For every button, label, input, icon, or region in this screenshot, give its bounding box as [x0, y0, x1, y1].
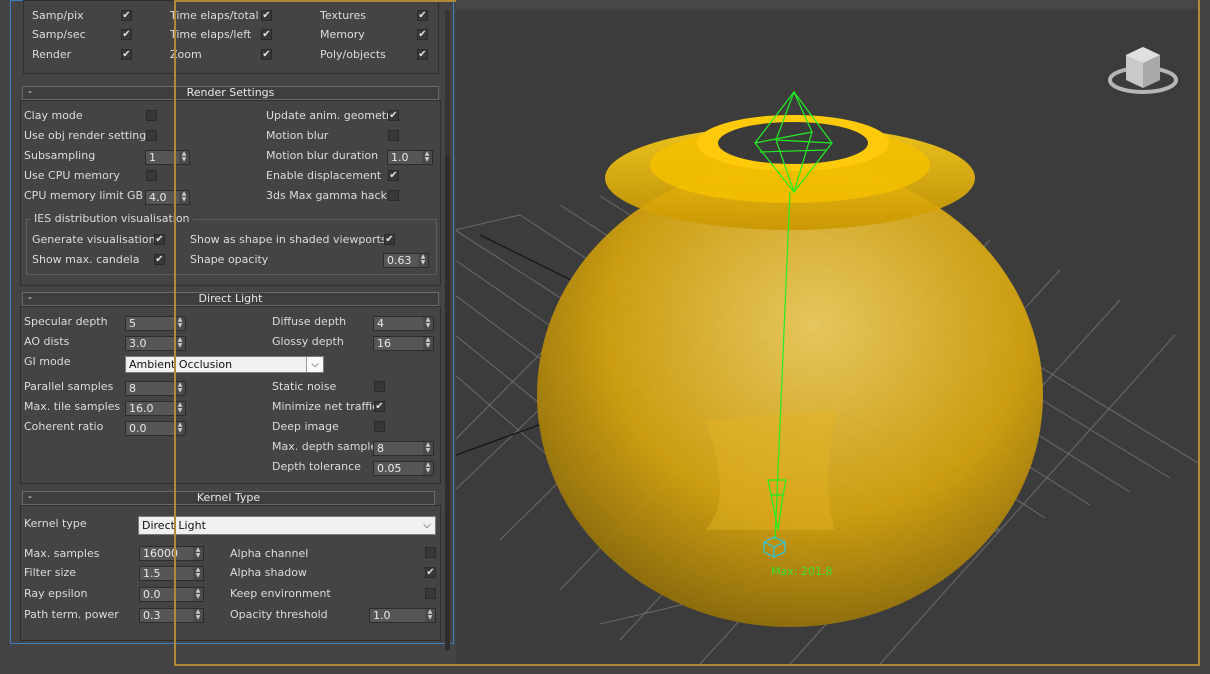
ao-dists-label: AO dists: [24, 335, 70, 348]
specular-depth-label: Specular depth: [24, 315, 108, 328]
ao-dists-value: 3.0: [129, 337, 147, 350]
parallel-samples-label: Parallel samples: [24, 380, 114, 393]
yellow-pot-object[interactable]: [537, 115, 1043, 627]
show-candela-label: Show max. candela: [32, 253, 140, 266]
samp-pix-label: Samp/pix: [32, 9, 84, 22]
subsampling-label: Subsampling: [24, 149, 96, 162]
show-candela-checkbox[interactable]: ✔: [154, 254, 165, 265]
generate-visualisation-checkbox[interactable]: ✔: [154, 234, 165, 245]
parallel-samples-value: 8: [129, 382, 136, 395]
ies-group-title: IES distribution visualisation: [31, 213, 193, 225]
clay-mode-checkbox[interactable]: [146, 110, 157, 121]
gi-mode-label: GI mode: [24, 355, 71, 368]
viewcube-icon[interactable]: [1108, 47, 1178, 94]
collapse-icon[interactable]: -: [28, 292, 32, 304]
check-icon: ✔: [122, 49, 131, 60]
ray-epsilon-label: Ray epsilon: [24, 587, 88, 600]
filter-size-value: 1.5: [143, 567, 161, 580]
coherent-ratio-value: 0.0: [129, 422, 147, 435]
use-cpu-memory-checkbox[interactable]: [146, 170, 157, 181]
check-icon: ✔: [155, 254, 164, 265]
max-samples-label: Max. samples: [24, 547, 100, 560]
subsampling-value: 1: [149, 151, 156, 164]
ray-epsilon-value: 0.0: [143, 588, 161, 601]
coherent-ratio-label: Coherent ratio: [24, 420, 104, 433]
clay-mode-label: Clay mode: [24, 109, 83, 122]
collapse-icon[interactable]: -: [28, 491, 32, 503]
check-icon: ✔: [155, 234, 164, 245]
light-max-candela-label: Max: 201.8: [771, 565, 833, 578]
cpu-memory-limit-value: 4.0: [149, 191, 167, 204]
samp-sec-checkbox[interactable]: ✔: [121, 29, 132, 40]
use-obj-render-checkbox[interactable]: [146, 130, 157, 141]
render-checkbox[interactable]: ✔: [121, 49, 132, 60]
kernel-type-label: Kernel type: [24, 517, 87, 530]
path-term-power-label: Path term. power: [24, 608, 119, 621]
check-icon: ✔: [122, 10, 131, 21]
use-cpu-memory-label: Use CPU memory: [24, 169, 120, 182]
max-samples-value: 16000: [143, 547, 178, 560]
generate-visualisation-label: Generate visualisation: [32, 233, 156, 246]
filter-size-label: Filter size: [24, 566, 77, 579]
samp-pix-checkbox[interactable]: ✔: [121, 10, 132, 21]
viewport-toolbar-strip: [456, 0, 1198, 8]
check-icon: ✔: [122, 29, 131, 40]
max-tile-samples-label: Max. tile samples: [24, 400, 121, 413]
cpu-memory-limit-label: CPU memory limit GB: [24, 189, 144, 202]
use-obj-render-label: Use obj render settings: [24, 129, 152, 142]
render-label: Render: [32, 48, 72, 61]
max-tile-samples-value: 16.0: [129, 402, 154, 415]
samp-sec-label: Samp/sec: [32, 28, 86, 41]
collapse-icon[interactable]: -: [28, 86, 32, 98]
path-term-power-value: 0.3: [143, 609, 161, 622]
specular-depth-value: 5: [129, 317, 136, 330]
